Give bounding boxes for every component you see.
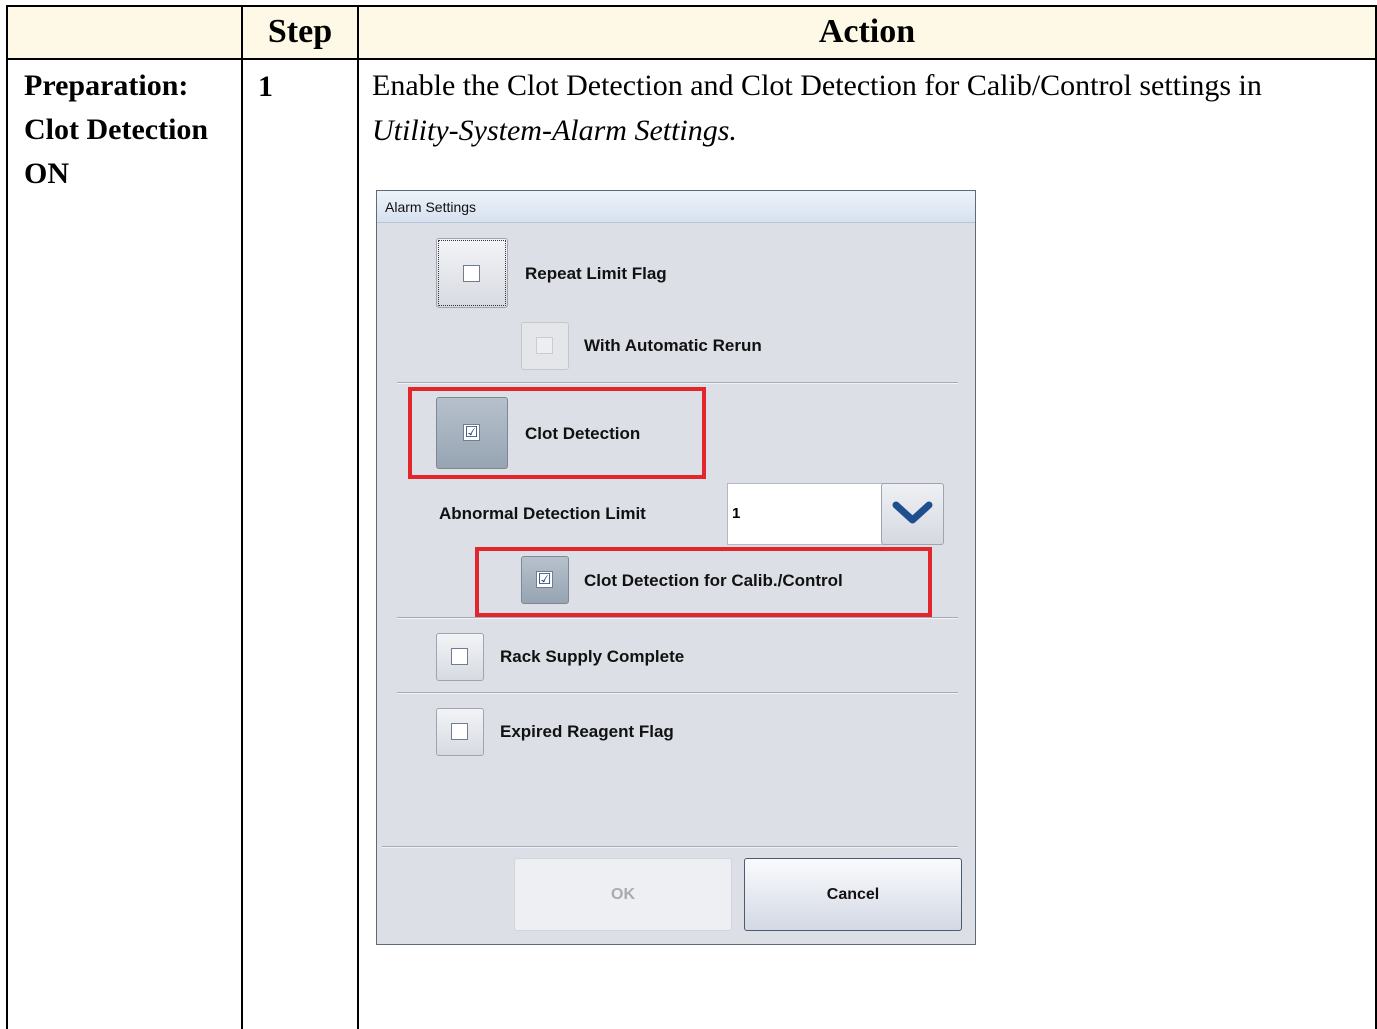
repeat-limit-flag-toggle[interactable] bbox=[436, 238, 508, 308]
table-top-border bbox=[6, 5, 1377, 7]
automatic-rerun-label: With Automatic Rerun bbox=[584, 336, 762, 355]
expired-reagent-flag-label: Expired Reagent Flag bbox=[500, 722, 674, 741]
table-col-divider-1 bbox=[241, 5, 243, 1029]
procedure-page: Step Action Preparation: Clot Detection … bbox=[0, 0, 1377, 1029]
chevron-down-icon bbox=[892, 501, 933, 524]
rack-supply-complete-toggle[interactable] bbox=[436, 633, 484, 681]
action-column-header: Action bbox=[818, 13, 916, 50]
abnormal-detection-limit-value: 1 bbox=[732, 505, 741, 522]
rack-supply-complete-label: Rack Supply Complete bbox=[500, 647, 685, 666]
rack-supply-complete-checkbox bbox=[451, 648, 468, 665]
automatic-rerun-checkbox bbox=[536, 337, 553, 354]
table-col-divider-2 bbox=[357, 5, 359, 1029]
step-column-header: Step bbox=[267, 13, 333, 50]
action-menu-path: Utility-System-Alarm Settings. bbox=[372, 114, 737, 147]
cancel-button[interactable]: Cancel bbox=[744, 858, 962, 931]
alarm-settings-dialog: Alarm Settings Repeat Limit Flag With Au… bbox=[376, 190, 976, 945]
highlight-box-clot-detection bbox=[408, 387, 706, 479]
automatic-rerun-toggle[interactable] bbox=[521, 322, 569, 370]
step-title-line-2: Clot Detection bbox=[24, 113, 209, 146]
expired-reagent-flag-toggle[interactable] bbox=[436, 708, 484, 756]
repeat-limit-flag-checkbox bbox=[463, 265, 480, 282]
abnormal-detection-limit-dropdown-button[interactable] bbox=[881, 483, 944, 545]
section-divider bbox=[397, 382, 958, 384]
step-title-line-3: ON bbox=[24, 157, 69, 190]
abnormal-detection-limit-field[interactable]: 1 bbox=[727, 483, 883, 545]
section-divider bbox=[397, 692, 958, 694]
table-left-border bbox=[6, 5, 8, 1029]
dialog-title-bar: Alarm Settings bbox=[377, 191, 975, 223]
abnormal-detection-limit-label: Abnormal Detection Limit bbox=[439, 504, 646, 523]
section-divider bbox=[397, 617, 958, 619]
step-number: 1 bbox=[258, 70, 273, 103]
expired-reagent-flag-checkbox bbox=[451, 723, 468, 740]
action-instruction: Enable the Clot Detection and Clot Detec… bbox=[372, 69, 1262, 102]
dialog-title: Alarm Settings bbox=[385, 199, 477, 215]
footer-divider bbox=[382, 846, 958, 848]
ok-button[interactable]: OK bbox=[514, 858, 732, 931]
step-title: Preparation: Clot Detection ON bbox=[24, 64, 234, 196]
action-description: Enable the Clot Detection and Clot Detec… bbox=[372, 63, 1362, 153]
highlight-box-clot-detection-calib bbox=[475, 547, 932, 617]
repeat-limit-flag-label: Repeat Limit Flag bbox=[525, 264, 667, 283]
table-header-bottom-border bbox=[6, 58, 1377, 60]
step-title-line-1: Preparation: bbox=[24, 69, 189, 102]
